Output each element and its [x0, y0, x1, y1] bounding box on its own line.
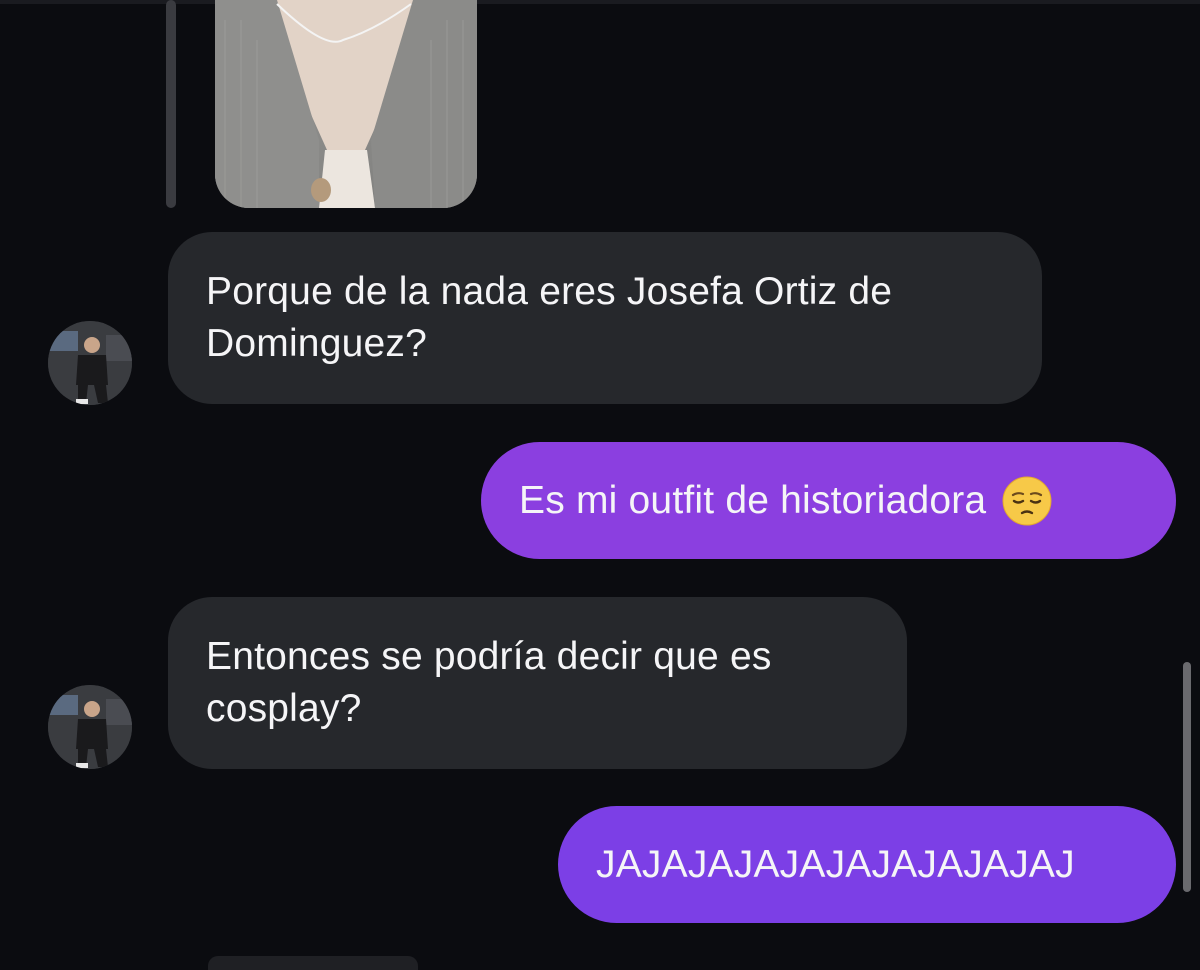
contact-avatar[interactable]	[48, 321, 132, 405]
pensive-face-icon	[1002, 476, 1052, 526]
chat-thread[interactable]: Porque de la nada eres Josefa Ortiz de D…	[0, 0, 1200, 970]
next-message-edge	[208, 956, 418, 970]
message-text: Entonces se podría decir que es cosplay?	[206, 635, 772, 730]
message-text: JAJAJAJAJAJAJAJAJAJAJ	[596, 842, 1075, 886]
scrollbar[interactable]	[1183, 662, 1191, 892]
shared-photo[interactable]	[215, 0, 477, 208]
message-bubble-outgoing[interactable]: JAJAJAJAJAJAJAJAJAJAJ	[558, 806, 1176, 923]
reply-indicator-bar	[166, 0, 176, 208]
message-bubble-incoming[interactable]: Entonces se podría decir que es cosplay?	[168, 597, 907, 769]
message-bubble-outgoing[interactable]: Es mi outfit de historiadora	[481, 442, 1176, 559]
contact-avatar[interactable]	[48, 685, 132, 769]
message-text: Porque de la nada eres Josefa Ortiz de D…	[206, 270, 893, 365]
top-divider	[0, 0, 1200, 4]
message-text: Es mi outfit de historiadora	[519, 478, 987, 522]
message-bubble-incoming[interactable]: Porque de la nada eres Josefa Ortiz de D…	[168, 232, 1042, 404]
